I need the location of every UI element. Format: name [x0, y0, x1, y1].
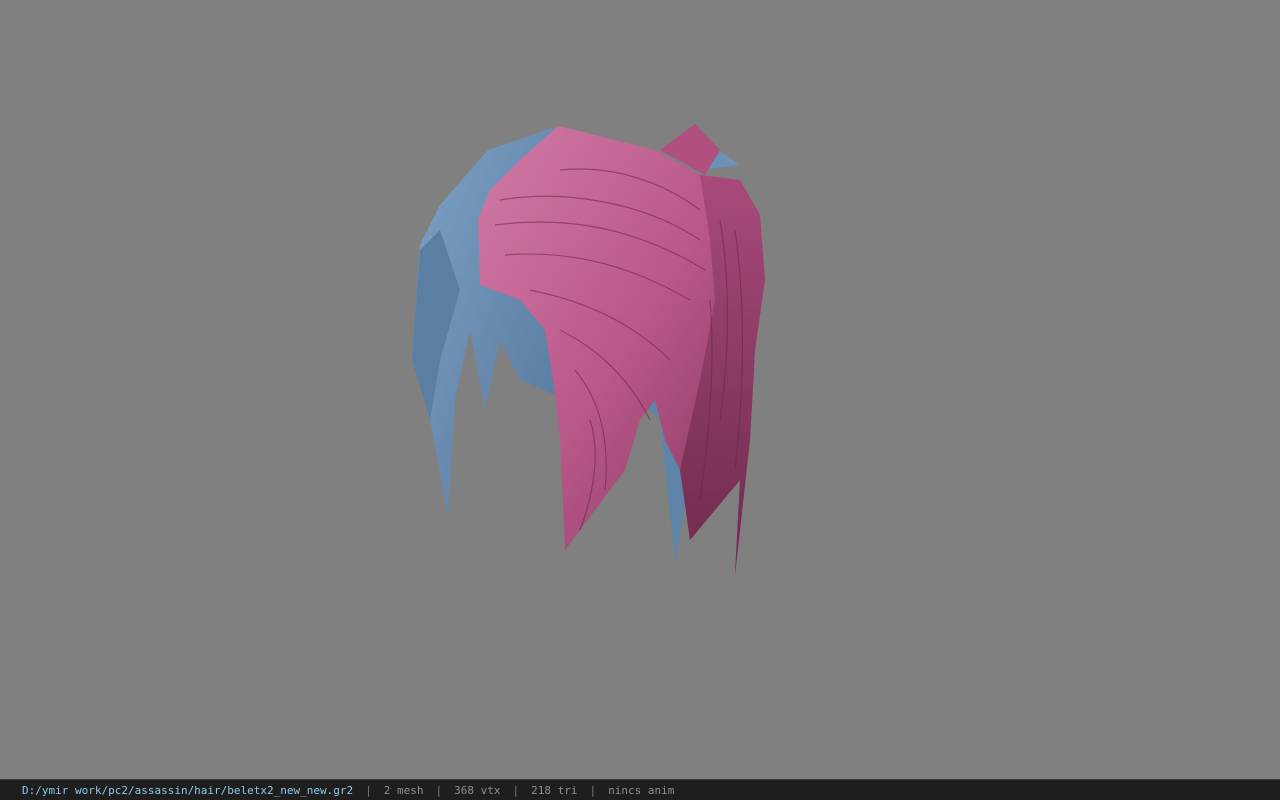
3d-viewport[interactable] [0, 0, 1280, 779]
anim-status-label: nincs anim [608, 783, 675, 797]
file-path-label: D:/ymir work/pc2/assassin/hair/beletx2_n… [22, 783, 354, 797]
status-separator: | [365, 783, 372, 797]
mesh-count-label: 2 mesh [383, 783, 424, 797]
vertex-count-label: 368 vtx [454, 783, 501, 797]
status-separator: | [589, 783, 597, 797]
status-separator: | [512, 783, 520, 797]
status-bar: D:/ymir work/pc2/assassin/hair/beletx2_n… [0, 779, 1280, 800]
hair-model-render [412, 124, 765, 575]
status-separator: | [435, 783, 443, 797]
triangle-count-label: 218 tri [531, 783, 578, 797]
